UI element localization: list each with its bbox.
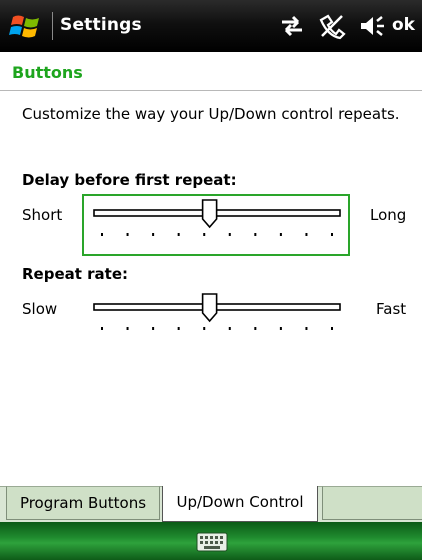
delay-max-label: Long	[370, 206, 407, 224]
slider-tick	[177, 327, 180, 330]
slider-tick	[331, 233, 333, 236]
slider-tick	[152, 233, 155, 236]
slider-tick	[101, 233, 103, 236]
slider-tick	[126, 327, 129, 330]
volume-icon[interactable]	[358, 12, 386, 40]
slider-graphic[interactable]	[88, 198, 346, 248]
header-divider	[0, 90, 422, 91]
slider-thumb[interactable]	[201, 199, 218, 229]
slider-tick	[101, 327, 103, 330]
slider-tick	[126, 233, 129, 236]
delay-min-label: Short	[22, 206, 63, 224]
description-text: Customize the way your Up/Down control r…	[22, 105, 400, 123]
status-icons[interactable]	[278, 12, 386, 40]
ok-button[interactable]: ok	[392, 15, 415, 35]
soft-key-bar	[0, 522, 422, 560]
slider-tick	[254, 327, 257, 330]
slider-tick	[228, 327, 231, 330]
title-bar: Settings ok	[0, 0, 422, 52]
title-separator	[52, 12, 53, 40]
delay-slider[interactable]	[88, 198, 346, 248]
tab-up-down-control[interactable]: Up/Down Control	[162, 486, 318, 522]
page-header: Buttons	[0, 52, 422, 92]
slider-tick	[203, 327, 206, 330]
windows-start-icon[interactable]	[8, 8, 44, 44]
slider-graphic[interactable]	[88, 292, 346, 334]
phone-off-icon[interactable]	[318, 12, 346, 40]
connectivity-icon[interactable]	[278, 12, 306, 40]
window-title: Settings	[60, 15, 142, 35]
rate-min-label: Slow	[22, 300, 58, 318]
slider-tick	[279, 327, 282, 330]
delay-label: Delay before first repeat:	[22, 171, 237, 189]
slider-tick	[305, 327, 308, 330]
tab-bar-filler	[322, 486, 422, 520]
slider-tick	[331, 327, 333, 330]
slider-tick	[177, 233, 180, 236]
page-title: Buttons	[12, 63, 83, 82]
repeat-rate-slider[interactable]	[88, 292, 346, 334]
tab-program-buttons[interactable]: Program Buttons	[6, 486, 160, 520]
slider-tick	[203, 233, 206, 236]
slider-tick	[254, 233, 257, 236]
slider-tick	[152, 327, 155, 330]
slider-tick	[305, 233, 308, 236]
tab-bar: Program Buttons Up/Down Control	[0, 486, 422, 522]
keyboard-icon[interactable]	[196, 531, 228, 553]
repeat-rate-label: Repeat rate:	[22, 265, 129, 283]
rate-max-label: Fast	[376, 300, 407, 318]
slider-thumb[interactable]	[201, 293, 218, 323]
slider-tick	[228, 233, 231, 236]
slider-tick	[279, 233, 282, 236]
